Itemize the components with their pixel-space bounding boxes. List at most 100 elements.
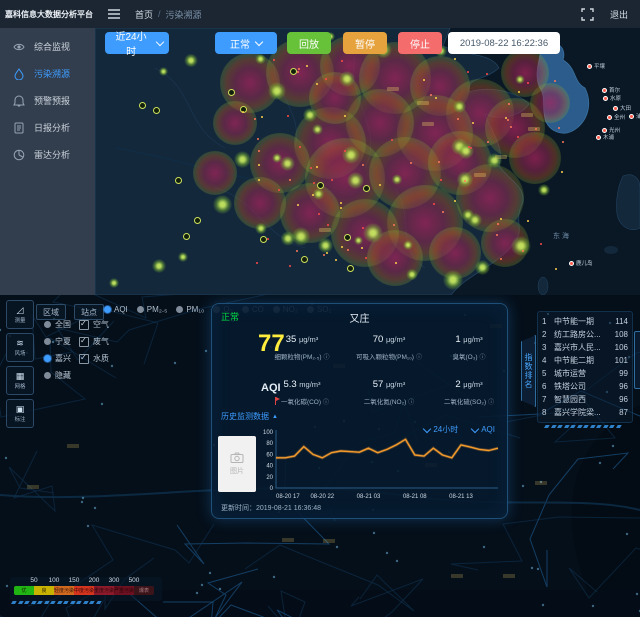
scroll-dash — [96, 601, 101, 604]
layer-button-1[interactable]: 站点 — [74, 304, 104, 320]
region-option[interactable]: 宁夏 — [44, 336, 71, 347]
ranking-tab[interactable]: 指数排名 — [521, 335, 536, 407]
x-axis-tick: 08-21 03 — [357, 494, 381, 500]
radio-icon[interactable] — [44, 372, 51, 379]
metric-cell: 2 μg/m³二氧化硫(SO₂)ⓘ — [425, 379, 513, 406]
poi-dot — [273, 576, 275, 578]
sidebar-item-0[interactable]: 综合监视 — [0, 33, 95, 60]
tool-button-0[interactable]: ◿测量 — [6, 300, 34, 329]
scroll-dash — [596, 425, 601, 428]
annotate-icon: ▣ — [16, 404, 25, 414]
region-option[interactable]: 嘉兴 — [44, 353, 71, 364]
history-link-label: 历史监测数据 — [221, 411, 269, 422]
region-option[interactable]: 全国 — [44, 319, 71, 330]
ranking-row[interactable]: 4中节能二期101 — [542, 354, 628, 367]
checkbox-icon[interactable] — [79, 320, 89, 330]
pollutant-label: AQI — [114, 305, 128, 314]
radio-icon[interactable] — [44, 338, 51, 345]
app-title: 嘉科信息大数据分析平台 — [0, 9, 97, 20]
sidebar-item-1[interactable]: 污染溯源 — [0, 60, 95, 87]
sidebar-item-2[interactable]: 预警预报 — [0, 87, 95, 114]
ranking-row[interactable]: 8嘉兴学院梁...87 — [542, 406, 628, 419]
ranking-row[interactable]: 6铁塔公司96 — [542, 380, 628, 393]
ranking-row[interactable]: 3嘉兴市人民...106 — [542, 341, 628, 354]
media-label: 水质 — [93, 353, 109, 364]
legend-segment-label: 爆表 — [139, 587, 149, 594]
time-range-dropdown[interactable]: 近24小时 — [105, 32, 169, 54]
overview-heatmap[interactable]: 平壤首尔水原大田浦项全州光州木浦东海鹿儿岛 近24小时 正常 回放 暂停 停止 … — [95, 28, 640, 295]
ranking-row[interactable]: 7智慧园西96 — [542, 393, 628, 406]
scroll-dash — [577, 425, 582, 428]
tool-button-3[interactable]: ▣标注 — [6, 399, 34, 428]
poi-dot — [592, 605, 594, 607]
radio-icon[interactable] — [176, 306, 183, 313]
poi-dot — [483, 546, 485, 548]
street-label-chip — [451, 574, 463, 578]
media-option[interactable]: 水质 — [79, 353, 109, 364]
ranking-name: 纺工路房公... — [554, 329, 611, 340]
fullscreen-icon[interactable] — [581, 8, 594, 21]
poi-dot — [626, 533, 628, 535]
playback-button[interactable]: 回放 — [287, 32, 331, 54]
street-label-chip — [503, 574, 515, 578]
sidebar-item-label: 预警预报 — [34, 94, 70, 107]
ranking-name: 中节能二期 — [554, 355, 611, 366]
pollutant-option[interactable]: AQI — [104, 305, 128, 314]
ranking-rank: 1 — [542, 317, 550, 326]
sidebar-item-4[interactable]: 雷达分析 — [0, 141, 95, 168]
radio-icon[interactable] — [137, 306, 144, 313]
poi-dot — [537, 568, 539, 570]
checkbox-icon[interactable] — [79, 354, 89, 364]
metric-unit: μg/m³ — [386, 380, 405, 389]
legend-segment: 中度污染 — [74, 586, 94, 595]
scroll-dash — [44, 601, 49, 604]
collapsed-edge-tab[interactable] — [634, 331, 640, 389]
sidebar-item-label: 日报分析 — [34, 121, 70, 134]
layer-button-0[interactable]: 区域 — [36, 304, 66, 320]
info-icon: ⓘ — [323, 397, 329, 406]
scroll-dash — [76, 601, 81, 604]
legend-scrollbar[interactable] — [12, 601, 101, 604]
y-axis-tick: 60 — [266, 452, 273, 458]
history-data-link[interactable]: 历史监测数据 ▲ — [221, 411, 278, 422]
checkbox-icon[interactable] — [79, 337, 89, 347]
media-option[interactable]: 空气 — [79, 319, 109, 330]
y-axis-tick: 40 — [266, 464, 273, 470]
station-detail-card: 正常 又庄 77 AQI 35 μg/m³细颗粒物(PM₂.₅)ⓘ70 μg/m… — [211, 303, 508, 519]
ranking-row[interactable]: 2纺工路房公...108 — [542, 328, 628, 341]
pollutant-option[interactable]: PM₂.₅ — [137, 305, 168, 314]
poi-dot — [205, 350, 207, 352]
legend-tick: 300 — [106, 577, 122, 584]
x-axis-tick: 08-21 13 — [449, 494, 473, 500]
media-option[interactable]: 废气 — [79, 336, 109, 347]
tool-button-1[interactable]: ≋风场 — [6, 333, 34, 362]
sidebar-item-label: 雷达分析 — [34, 148, 70, 161]
poi-dot — [386, 552, 388, 554]
station-photo-placeholder[interactable]: 图片 — [218, 436, 256, 492]
mode-dropdown[interactable]: 正常 — [215, 32, 277, 54]
poi-dot — [599, 462, 601, 464]
pollutant-option[interactable]: PM₁₀ — [176, 305, 204, 314]
pause-button[interactable]: 暂停 — [343, 32, 387, 54]
aqi-legend: 50100150200300500 优良轻度污染中度污染重度污染严重污染爆表 — [10, 577, 162, 601]
ranking-row[interactable]: 1中节能一期114 — [542, 315, 628, 328]
detail-map-panel[interactable]: ◿测量≋风场▦网格▣标注 区域站点 AQIPM₂.₅PM₁₀O₃CONO₂SO₂… — [0, 295, 640, 617]
ranking-scrollbar[interactable] — [545, 425, 621, 428]
menu-toggle-icon[interactable] — [107, 8, 121, 20]
region-label: 嘉兴 — [55, 353, 71, 364]
stop-button[interactable]: 停止 — [398, 32, 442, 54]
logout-button[interactable]: 退出 — [610, 8, 628, 21]
tool-button-2[interactable]: ▦网格 — [6, 366, 34, 395]
radio-icon[interactable] — [104, 306, 111, 313]
breadcrumb-home[interactable]: 首页 — [135, 8, 153, 21]
datetime-display[interactable]: 2019-08-22 16:22:36 — [448, 32, 560, 54]
region-option[interactable]: 隐藏 — [44, 370, 71, 381]
legend-tick: 50 — [26, 577, 42, 584]
sidebar-item-3[interactable]: 日报分析 — [0, 114, 95, 141]
metric-label: 一氧化碳(CO) — [281, 396, 321, 406]
ranking-row[interactable]: 5城市运营99 — [542, 367, 628, 380]
scroll-dash — [564, 425, 569, 428]
radio-icon[interactable] — [44, 321, 51, 328]
poi-dot — [636, 593, 638, 595]
radio-icon[interactable] — [44, 355, 51, 362]
